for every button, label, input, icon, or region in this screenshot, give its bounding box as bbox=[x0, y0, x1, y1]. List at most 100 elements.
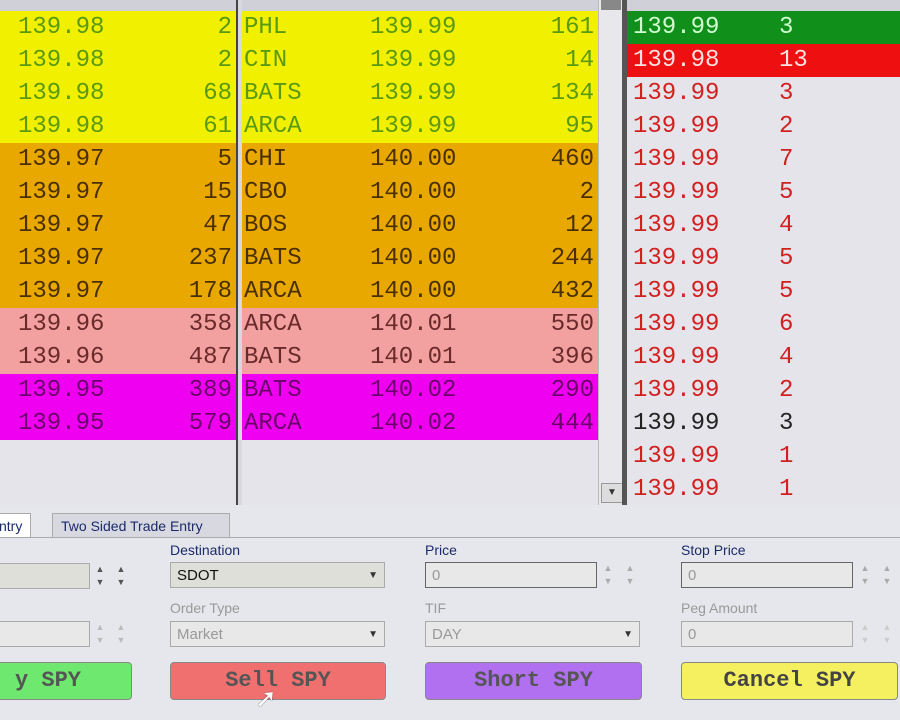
bid-row[interactable]: 139.96 358 bbox=[0, 308, 236, 341]
mouse-cursor-icon: ➚ bbox=[255, 683, 277, 713]
ask-mmid: ARCA bbox=[244, 113, 302, 140]
trade-size: 3 bbox=[779, 80, 794, 107]
trade-size: 13 bbox=[779, 47, 808, 74]
secondary-field bbox=[0, 621, 90, 647]
trade-price: 139.98 bbox=[633, 47, 720, 74]
sell-button[interactable]: Sell SPY bbox=[170, 662, 386, 700]
destination-value: SDOT bbox=[177, 567, 219, 584]
bid-size: 487 bbox=[188, 344, 232, 371]
price-field[interactable]: 0 bbox=[425, 562, 597, 588]
bid-row[interactable]: 139.97 15 bbox=[0, 176, 236, 209]
tab-entry[interactable]: ntry bbox=[0, 513, 32, 538]
trade-price: 139.99 bbox=[633, 179, 720, 206]
trade-row: 139.99 1 bbox=[627, 473, 900, 506]
bid-row[interactable]: 139.97 47 bbox=[0, 209, 236, 242]
ask-price: 140.01 bbox=[370, 311, 457, 338]
trade-price: 139.99 bbox=[633, 278, 720, 305]
ask-row[interactable]: PHL 139.99 161 bbox=[242, 11, 598, 44]
scroll-down-arrow-icon[interactable]: ▼ bbox=[601, 483, 623, 503]
ask-mmid: BATS bbox=[244, 344, 302, 371]
trade-size: 3 bbox=[779, 14, 794, 41]
trade-size: 1 bbox=[779, 476, 794, 503]
trade-size: 7 bbox=[779, 146, 794, 173]
quantity-field[interactable] bbox=[0, 563, 90, 589]
bid-row[interactable]: 139.95 389 bbox=[0, 374, 236, 407]
ask-mmid: BATS bbox=[244, 80, 302, 107]
bid-row[interactable]: 139.98 2 bbox=[0, 44, 236, 77]
ask-row[interactable]: CHI 140.00 460 bbox=[242, 143, 598, 176]
bid-price: 139.97 bbox=[18, 278, 105, 305]
bid-row[interactable]: 139.98 68 bbox=[0, 77, 236, 110]
ask-mmid: ARCA bbox=[244, 278, 302, 305]
price-value: 0 bbox=[432, 567, 441, 584]
bid-price: 139.98 bbox=[18, 14, 105, 41]
ask-size: 550 bbox=[550, 311, 594, 338]
ask-row[interactable]: BATS 140.00 244 bbox=[242, 242, 598, 275]
ask-row[interactable]: BATS 139.99 134 bbox=[242, 77, 598, 110]
quantity-stepper[interactable]: ▲ ▼ bbox=[92, 563, 108, 589]
tab-two-sided-trade-entry[interactable]: Two Sided Trade Entry bbox=[52, 513, 230, 538]
ask-row[interactable]: BATS 140.02 290 bbox=[242, 374, 598, 407]
bid-row[interactable]: 139.95 579 bbox=[0, 407, 236, 440]
quantity-stepper-2[interactable]: ▲ ▼ bbox=[113, 563, 129, 589]
bid-row[interactable]: 139.97 237 bbox=[0, 242, 236, 275]
ask-row[interactable]: CBO 140.00 2 bbox=[242, 176, 598, 209]
trade-row: 139.99 4 bbox=[627, 209, 900, 242]
buy-button[interactable]: y SPY bbox=[0, 662, 132, 700]
ask-mmid: ARCA bbox=[244, 410, 302, 437]
ask-size: 14 bbox=[565, 47, 594, 74]
ask-row[interactable]: BOS 140.00 12 bbox=[242, 209, 598, 242]
ask-size: 460 bbox=[550, 146, 594, 173]
tif-select[interactable]: DAY ▼ bbox=[425, 621, 640, 647]
ask-size: 134 bbox=[550, 80, 594, 107]
bid-row[interactable]: 139.97 5 bbox=[0, 143, 236, 176]
trade-row: 139.99 7 bbox=[627, 143, 900, 176]
stop-price-field[interactable]: 0 bbox=[681, 562, 853, 588]
short-button[interactable]: Short SPY bbox=[425, 662, 642, 700]
bid-row[interactable]: 139.97 178 bbox=[0, 275, 236, 308]
bid-row[interactable]: 139.98 2 bbox=[0, 11, 236, 44]
cancel-button[interactable]: Cancel SPY bbox=[681, 662, 898, 700]
ask-row[interactable]: ARCA 139.99 95 bbox=[242, 110, 598, 143]
trade-row: 139.99 3 bbox=[627, 407, 900, 440]
ask-price: 140.02 bbox=[370, 377, 457, 404]
ask-size: 2 bbox=[579, 179, 594, 206]
ask-size: 161 bbox=[550, 14, 594, 41]
bid-row[interactable]: 139.98 61 bbox=[0, 110, 236, 143]
ask-scrollbar[interactable]: ▼ bbox=[598, 0, 623, 505]
tif-label: TIF bbox=[425, 600, 446, 616]
destination-label: Destination bbox=[170, 542, 241, 558]
trade-row: 139.99 5 bbox=[627, 242, 900, 275]
ask-price: 140.00 bbox=[370, 212, 457, 239]
ask-row[interactable]: BATS 140.01 396 bbox=[242, 341, 598, 374]
stop-price-stepper-2[interactable]: ▲ ▼ bbox=[879, 562, 895, 588]
ask-size: 396 bbox=[550, 344, 594, 371]
stop-price-stepper[interactable]: ▲ ▼ bbox=[857, 562, 873, 588]
scroll-thumb[interactable] bbox=[601, 0, 621, 10]
bid-size: 15 bbox=[203, 179, 232, 206]
trade-row: 139.99 6 bbox=[627, 308, 900, 341]
ask-row[interactable]: CIN 139.99 14 bbox=[242, 44, 598, 77]
trade-row: 139.99 2 bbox=[627, 110, 900, 143]
trade-size: 2 bbox=[779, 377, 794, 404]
trade-row: 139.99 1 bbox=[627, 440, 900, 473]
bid-price: 139.97 bbox=[18, 245, 105, 272]
ask-price: 140.00 bbox=[370, 179, 457, 206]
destination-select[interactable]: SDOT ▼ bbox=[170, 562, 385, 588]
secondary-stepper: ▲ ▼ bbox=[95, 622, 105, 645]
tif-value: DAY bbox=[432, 626, 462, 643]
price-stepper-2[interactable]: ▲ ▼ bbox=[622, 562, 638, 588]
peg-amount-stepper: ▲ ▼ bbox=[860, 622, 870, 645]
ask-price: 139.99 bbox=[370, 47, 457, 74]
price-stepper[interactable]: ▲ ▼ bbox=[600, 562, 616, 588]
ask-price: 140.00 bbox=[370, 146, 457, 173]
ask-row[interactable]: ARCA 140.00 432 bbox=[242, 275, 598, 308]
bid-price: 139.96 bbox=[18, 311, 105, 338]
trade-price: 139.99 bbox=[633, 344, 720, 371]
bid-row[interactable]: 139.96 487 bbox=[0, 341, 236, 374]
trade-row: 139.99 4 bbox=[627, 341, 900, 374]
ask-row[interactable]: ARCA 140.02 444 bbox=[242, 407, 598, 440]
trade-price: 139.99 bbox=[633, 245, 720, 272]
ask-row[interactable]: ARCA 140.01 550 bbox=[242, 308, 598, 341]
peg-amount-value: 0 bbox=[688, 626, 697, 643]
